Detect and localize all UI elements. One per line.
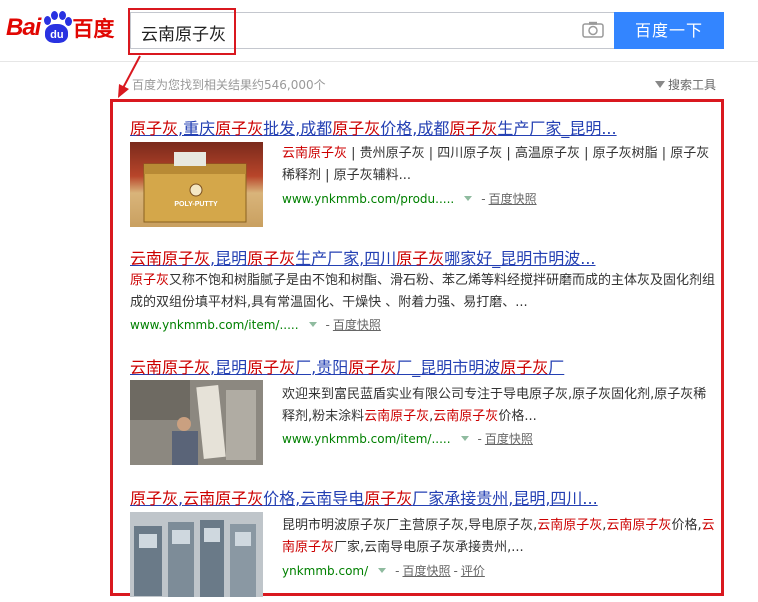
logo-du-text: du xyxy=(45,24,69,43)
result-title-4[interactable]: 原子灰,云南原子灰价格,云南导电原子灰厂家承接贵州,昆明,四川... xyxy=(130,485,598,509)
result-title-1[interactable]: 原子灰,重庆原子灰批发,成都原子灰价格,成都原子灰生产厂家_昆明... xyxy=(130,115,617,139)
snapshot-link-1[interactable]: 百度快照 xyxy=(489,190,537,207)
search-tools-label: 搜索工具 xyxy=(668,78,717,92)
result-title-2[interactable]: 云南原子灰,昆明原子灰生产厂家,四川原子灰哪家好_昆明市明波... xyxy=(130,245,596,269)
result-url-2[interactable]: www.ynkmmb.com/item/..... xyxy=(130,318,299,332)
result-abstract-2: 原子灰又称不饱和树脂腻子是由不饱和树酯、滑石粉、苯乙烯等料经搅拌研磨而成的主体灰… xyxy=(130,273,716,310)
snapshot-link-4[interactable]: 百度快照 xyxy=(402,562,450,579)
query-highlight-box xyxy=(128,8,236,55)
search-button[interactable]: 百度一下 xyxy=(614,12,724,49)
result-url-row-4: ynkmmb.com/ - 百度快照 - 评价 xyxy=(282,562,485,579)
evaluate-link[interactable]: 评价 xyxy=(461,562,485,579)
result-abstract-4: 昆明市明波原子灰厂主营原子灰,导电原子灰,云南原子灰,云南原子灰价格,云南原子灰… xyxy=(282,518,715,555)
dropdown-arrow-icon[interactable] xyxy=(460,436,469,441)
paw-icon: du xyxy=(41,11,73,45)
baidu-logo[interactable]: Bai du 百度 xyxy=(6,10,114,46)
header-bar: Bai du 百度 云南原子灰 百度一下 xyxy=(0,0,758,62)
dropdown-arrow-icon[interactable] xyxy=(308,322,317,327)
dropdown-arrow-icon[interactable] xyxy=(378,568,387,573)
dropdown-arrow-icon[interactable] xyxy=(464,196,473,201)
result-url-3[interactable]: www.ynkmmb.com/item/..... xyxy=(282,432,451,446)
filter-icon xyxy=(655,81,665,88)
result-url-1[interactable]: www.ynkmmb.com/produ..... xyxy=(282,192,454,206)
thumb-label: POLY-PUTTY xyxy=(174,201,218,208)
result-thumbnail-4[interactable] xyxy=(130,512,263,597)
result-url-row-2: www.ynkmmb.com/item/..... - 百度快照 xyxy=(130,316,381,333)
result-abstract-1: 云南原子灰 | 贵州原子灰 | 四川原子灰 | 高温原子灰 | 原子灰树脂 | … xyxy=(282,146,710,183)
result-url-row-1: www.ynkmmb.com/produ..... - 百度快照 xyxy=(282,190,537,207)
result-url-row-3: www.ynkmmb.com/item/..... - 百度快照 xyxy=(282,430,533,447)
search-tools-button[interactable]: 搜索工具 xyxy=(655,76,716,93)
result-abstract-3: 欢迎来到富民蓝盾实业有限公司专注于导电原子灰,原子灰固化剂,原子灰稀释剂,粉末涂… xyxy=(282,387,707,424)
result-url-4[interactable]: ynkmmb.com/ xyxy=(282,564,368,578)
logo-bai-text: Bai xyxy=(6,14,41,41)
result-thumbnail-1[interactable]: POLY-PUTTY xyxy=(130,142,263,227)
snapshot-link-2[interactable]: 百度快照 xyxy=(333,316,381,333)
logo-cn-text: 百度 xyxy=(72,17,115,41)
result-count: 百度为您找到相关结果约546,000个 xyxy=(132,78,326,92)
result-thumbnail-3[interactable] xyxy=(130,380,263,465)
snapshot-link-3[interactable]: 百度快照 xyxy=(485,430,533,447)
result-title-3[interactable]: 云南原子灰,昆明原子灰厂,贵阳原子灰厂_昆明市明波原子灰厂 xyxy=(130,354,564,378)
camera-icon[interactable] xyxy=(582,21,604,38)
